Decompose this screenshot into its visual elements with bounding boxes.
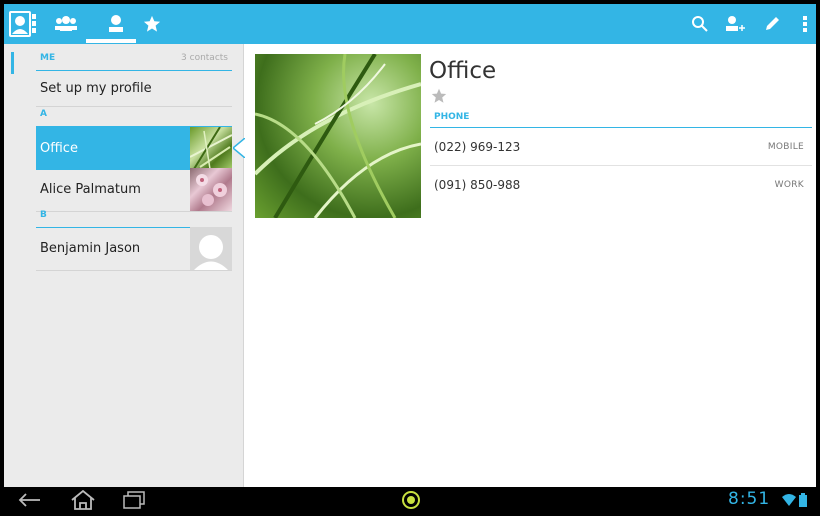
me-header-label: ME: [40, 53, 56, 63]
action-bar: [4, 4, 816, 44]
contacts-app-icon[interactable]: [6, 4, 40, 44]
person-icon[interactable]: [96, 4, 136, 44]
battery-icon: [799, 487, 807, 512]
section-header-b: B: [36, 210, 232, 228]
phone-entry[interactable]: (091) 850-988 WORK: [430, 166, 812, 203]
contact-item-benjamin[interactable]: Benjamin Jason: [36, 227, 232, 271]
section-header-a: A: [36, 109, 232, 127]
contact-photo-bamboo: [190, 127, 232, 170]
search-icon[interactable]: [688, 4, 712, 44]
favorite-star-icon[interactable]: [431, 88, 447, 108]
setup-profile-label: Set up my profile: [40, 81, 152, 96]
contact-name: Office: [40, 140, 78, 156]
phone-type: MOBILE: [767, 142, 804, 152]
contact-name-title: Office: [429, 58, 497, 84]
edit-icon[interactable]: [760, 4, 784, 44]
me-section-header: ME 3 contacts: [36, 53, 232, 71]
phone-entry[interactable]: (022) 969-123 MOBILE: [430, 129, 812, 166]
contact-detail: Office PHONE (022) 969-123 MOBILE (091) …: [245, 44, 816, 487]
scroll-indicator: [11, 52, 14, 74]
contact-item-alice[interactable]: Alice Palmatum: [36, 168, 232, 212]
contact-photo-large: [255, 54, 421, 218]
wifi-icon: [782, 487, 796, 512]
contact-item-office[interactable]: Office: [36, 126, 232, 170]
contact-photo-blossom: [190, 168, 232, 211]
default-avatar-icon: [190, 227, 232, 270]
phone-section-header: PHONE: [430, 112, 812, 128]
contact-count: 3 contacts: [181, 53, 228, 63]
contact-name: Benjamin Jason: [40, 241, 141, 256]
add-contact-icon[interactable]: [720, 4, 748, 44]
phone-type: WORK: [774, 179, 804, 190]
overflow-menu-icon[interactable]: [798, 4, 812, 44]
home-icon[interactable]: [70, 487, 96, 512]
recent-apps-icon[interactable]: [122, 487, 146, 512]
section-letter: B: [40, 210, 47, 220]
star-icon[interactable]: [140, 4, 164, 44]
clock[interactable]: 8:51: [728, 489, 770, 509]
contacts-app: ME 3 contacts Set up my profile A Office…: [4, 4, 816, 512]
selection-pointer: [233, 138, 245, 158]
phone-number: (091) 850-988: [434, 177, 521, 192]
setup-profile-item[interactable]: Set up my profile: [36, 71, 232, 107]
back-icon[interactable]: [18, 487, 42, 512]
contact-name: Alice Palmatum: [40, 182, 141, 197]
phone-number: (022) 969-123: [434, 140, 521, 154]
notification-ring-icon[interactable]: [401, 487, 421, 512]
contact-list[interactable]: ME 3 contacts Set up my profile A Office…: [4, 44, 245, 487]
selected-tab-indicator: [86, 39, 136, 43]
section-letter: A: [40, 109, 47, 119]
groups-icon[interactable]: [48, 4, 84, 44]
system-bar: 8:51: [4, 487, 816, 512]
